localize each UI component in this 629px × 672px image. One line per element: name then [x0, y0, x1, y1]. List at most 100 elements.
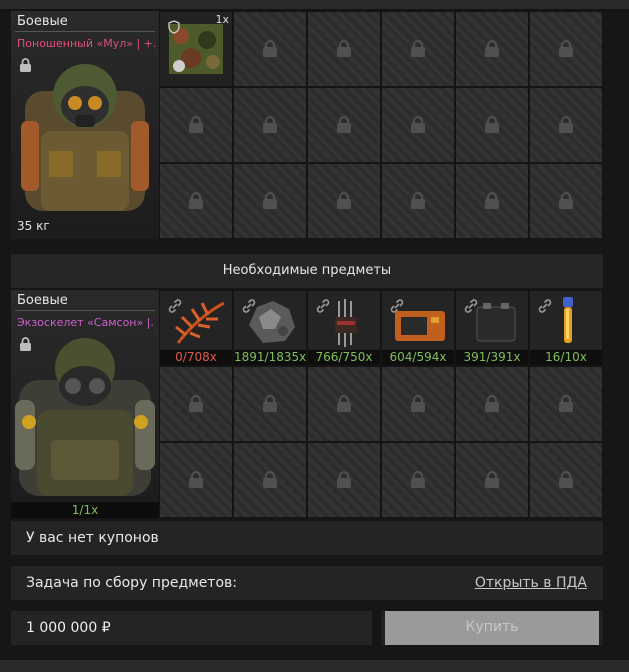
- divider: [15, 310, 155, 311]
- lock-icon: [485, 395, 499, 412]
- locked-slot: [307, 87, 381, 163]
- locked-slot: [529, 163, 603, 239]
- required-quantity: 604/594x: [382, 350, 454, 365]
- suit-category: Боевые: [17, 14, 68, 29]
- locked-slot: [159, 366, 233, 442]
- current-suit-panel[interactable]: Боевые Поношенный «Мул» | +.. 35 кг: [11, 11, 159, 239]
- required-items-grid: 0/708x 1891/1835x 766/750x 604/594x 391/…: [159, 290, 603, 518]
- locked-slot: [529, 11, 603, 87]
- suit-inventory-grid: 1x: [159, 11, 603, 239]
- locked-slot: [381, 366, 455, 442]
- required-quantity: 0/708x: [160, 350, 232, 365]
- locked-slot: [233, 11, 307, 87]
- bottom-bar: [0, 660, 629, 672]
- rock-ore-image: [249, 301, 295, 343]
- glowing-vial-image: [563, 297, 573, 343]
- lock-icon: [20, 58, 31, 72]
- lock-icon: [411, 116, 425, 133]
- locked-slot: [233, 366, 307, 442]
- lock-icon: [485, 192, 499, 209]
- locked-slot: [233, 87, 307, 163]
- lock-icon: [20, 337, 31, 351]
- required-quantity: 16/10x: [530, 350, 602, 365]
- open-in-pda-link[interactable]: Открыть в ПДА: [475, 566, 587, 600]
- orange-device-image: [395, 311, 445, 341]
- lock-icon: [485, 40, 499, 57]
- locked-slot: [381, 87, 455, 163]
- required-item[interactable]: 604/594x: [381, 290, 455, 366]
- locked-slot: [307, 366, 381, 442]
- suit-name: Поношенный «Мул» | +..: [17, 37, 155, 50]
- suit-weight: 35 кг: [17, 219, 50, 233]
- target-suit-section: Боевые Экзоскелет «Самсон» |.. 1/1x 0/70…: [11, 290, 603, 518]
- required-quantity: 766/750x: [308, 350, 380, 365]
- lock-icon: [559, 40, 573, 57]
- inventory-item-camo[interactable]: 1x: [159, 11, 233, 87]
- locked-slot: [307, 11, 381, 87]
- fern-leaf-image: [175, 301, 225, 344]
- locked-slot: [159, 442, 233, 518]
- locked-slot: [159, 87, 233, 163]
- required-items-header: Необходимые предметы: [11, 254, 603, 288]
- locked-slot: [381, 163, 455, 239]
- lock-icon: [189, 471, 203, 488]
- suit-name: Экзоскелет «Самсон» |..: [17, 316, 155, 329]
- locked-slot: [455, 11, 529, 87]
- lock-icon: [559, 395, 573, 412]
- locked-slot: [529, 366, 603, 442]
- suit-count: 1/1x: [11, 502, 159, 518]
- lock-icon: [411, 40, 425, 57]
- coupons-status: У вас нет купонов: [11, 521, 603, 555]
- lock-icon: [263, 116, 277, 133]
- locked-slot: [233, 163, 307, 239]
- locked-slot: [381, 11, 455, 87]
- top-bar: [0, 0, 629, 10]
- lock-icon: [263, 192, 277, 209]
- lock-icon: [411, 395, 425, 412]
- electronic-component-image: [335, 299, 357, 347]
- lock-icon: [485, 471, 499, 488]
- lock-icon: [189, 116, 203, 133]
- no-coupons-text: У вас нет купонов: [26, 530, 159, 546]
- lock-icon: [263, 395, 277, 412]
- required-item[interactable]: 766/750x: [307, 290, 381, 366]
- locked-slot: [455, 442, 529, 518]
- locked-slot: [529, 442, 603, 518]
- locked-slot: [455, 366, 529, 442]
- buy-button[interactable]: Купить: [381, 611, 603, 645]
- lock-icon: [263, 40, 277, 57]
- collection-task-bar: Задача по сбору предметов: Открыть в ПДА: [11, 566, 603, 600]
- lock-icon: [559, 471, 573, 488]
- required-quantity: 391/391x: [456, 350, 528, 365]
- lock-icon: [337, 192, 351, 209]
- locked-slot: [455, 87, 529, 163]
- task-label: Задача по сбору предметов:: [26, 575, 237, 591]
- locked-slot: [381, 442, 455, 518]
- required-item[interactable]: 1891/1835x: [233, 290, 307, 366]
- lock-icon: [485, 116, 499, 133]
- target-suit-panel[interactable]: Боевые Экзоскелет «Самсон» |.. 1/1x: [11, 290, 159, 518]
- required-quantity: 1891/1835x: [234, 350, 306, 365]
- locked-slot: [455, 163, 529, 239]
- lock-icon: [559, 192, 573, 209]
- required-item[interactable]: 0/708x: [159, 290, 233, 366]
- shield-icon: [168, 20, 180, 34]
- item-quantity: 1x: [215, 13, 229, 26]
- locked-slot: [233, 442, 307, 518]
- lock-icon: [559, 116, 573, 133]
- suit-category: Боевые: [17, 293, 68, 308]
- lock-icon: [337, 471, 351, 488]
- divider: [15, 31, 155, 32]
- locked-slot: [529, 87, 603, 163]
- locked-slot: [307, 442, 381, 518]
- battery-image: [476, 303, 516, 342]
- current-suit-section: Боевые Поношенный «Мул» | +.. 35 кг 1x: [11, 11, 603, 239]
- required-item[interactable]: 391/391x: [455, 290, 529, 366]
- lock-icon: [337, 116, 351, 133]
- locked-slot: [307, 163, 381, 239]
- required-item[interactable]: 16/10x: [529, 290, 603, 366]
- lock-icon: [337, 395, 351, 412]
- locked-slot: [159, 163, 233, 239]
- lock-icon: [263, 471, 277, 488]
- price-display: 1 000 000 ₽: [11, 611, 372, 645]
